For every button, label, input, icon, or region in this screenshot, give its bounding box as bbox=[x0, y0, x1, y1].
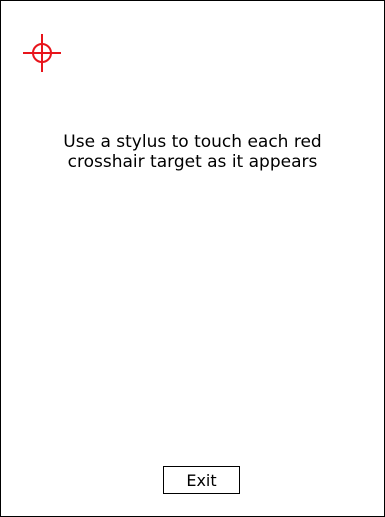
calibration-screen: Use a stylus to touch each red crosshair… bbox=[0, 0, 385, 517]
exit-button[interactable]: Exit bbox=[163, 466, 240, 494]
calibration-instructions: Use a stylus to touch each red crosshair… bbox=[1, 132, 384, 172]
crosshair-target-graphic bbox=[23, 34, 61, 72]
crosshair-target-icon[interactable] bbox=[22, 33, 62, 73]
instructions-line-2: crosshair target as it appears bbox=[67, 152, 318, 172]
instructions-line-1: Use a stylus to touch each red bbox=[63, 132, 322, 152]
